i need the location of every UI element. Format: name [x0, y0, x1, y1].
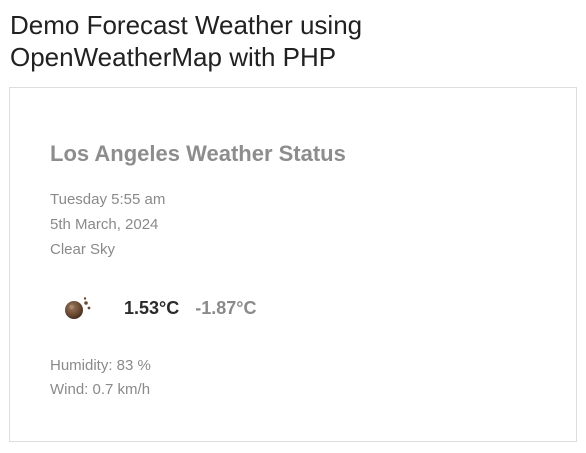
temperature-max: 1.53°C [124, 297, 180, 318]
weather-date: 5th March, 2024 [50, 216, 159, 233]
clear-sky-night-icon [65, 297, 91, 319]
city-weather-heading: Los Angeles Weather Status [50, 141, 346, 166]
page-title: Demo Forecast Weather using OpenWeatherM… [10, 9, 570, 73]
temperature-row: 1.53°C -1.87°C [62, 293, 256, 323]
weather-card: Los Angeles Weather Status Tuesday 5:55 … [9, 87, 577, 442]
wind-readout: Wind: 0.7 km/h [50, 381, 151, 398]
humidity-readout: Humidity: 83 % [50, 357, 151, 374]
weather-day-time: Tuesday 5:55 am [50, 191, 166, 208]
page-title-line-1: Demo Forecast Weather using [10, 10, 363, 40]
weather-condition: Clear Sky [50, 241, 116, 258]
temperature-min: -1.87°C [195, 297, 257, 318]
page-title-line-2: OpenWeatherMap with PHP [10, 42, 337, 72]
